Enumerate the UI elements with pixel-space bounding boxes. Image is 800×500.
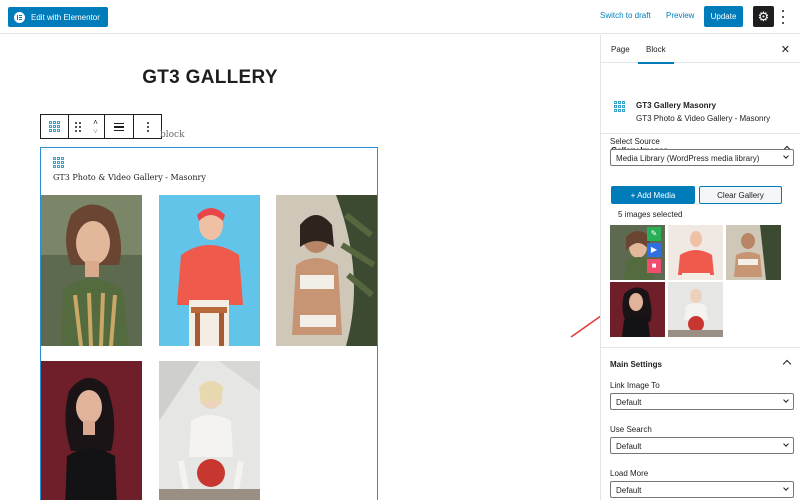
- preview-button[interactable]: Preview: [666, 11, 694, 20]
- more-menu-icon[interactable]: [778, 9, 788, 25]
- tab-block[interactable]: Block: [638, 45, 673, 64]
- move-up-down-icon[interactable]: ˄ ˅: [87, 115, 105, 138]
- switch-to-draft-button[interactable]: Switch to draft: [600, 11, 651, 20]
- main-settings-panel-toggle[interactable]: Main Settings: [600, 348, 800, 380]
- link-image-dropdown[interactable]: Default: [610, 393, 794, 410]
- select-source-label: Select Source: [610, 137, 660, 146]
- gallery-block[interactable]: GT3 Photo & Video Gallery - Masonry: [40, 147, 378, 500]
- load-more-value: Default: [616, 486, 642, 495]
- align-icon[interactable]: [105, 115, 134, 138]
- gallery-block-label: GT3 Photo & Video Gallery - Masonry: [53, 173, 206, 182]
- select-source-value: Media Library (WordPress media library): [616, 154, 760, 163]
- tab-page[interactable]: Page: [611, 45, 630, 54]
- drag-handle-icon[interactable]: [69, 115, 87, 138]
- gallery-grid-icon[interactable]: [41, 115, 69, 138]
- delete-icon[interactable]: ■: [647, 259, 661, 273]
- page-title[interactable]: GT3 GALLERY: [0, 67, 420, 89]
- chevron-down-icon: [783, 485, 789, 491]
- edit-with-elementor-button[interactable]: Edit with Elementor: [8, 7, 108, 27]
- clear-gallery-button[interactable]: Clear Gallery: [699, 186, 782, 204]
- main-settings-panel-title: Main Settings: [610, 360, 663, 369]
- block-title: GT3 Gallery Masonry: [636, 101, 717, 110]
- gallery-thumbnail[interactable]: [726, 225, 781, 280]
- use-search-label: Use Search: [610, 425, 652, 434]
- gallery-photo[interactable]: [41, 195, 142, 346]
- gallery-photo[interactable]: [159, 195, 260, 346]
- settings-gear-icon[interactable]: ⚙: [753, 6, 774, 27]
- gallery-block-icon: [614, 101, 625, 112]
- editor-canvas: GT3 GALLERY ˄ ˅ block GT3 Photo & Video G…: [0, 35, 600, 500]
- chevron-down-icon: [783, 397, 789, 403]
- gallery-block-icon: [53, 157, 64, 168]
- block-description: GT3 Photo & Video Gallery - Masonry: [636, 114, 771, 123]
- gallery-photo[interactable]: [41, 361, 142, 500]
- images-selected-count: 5 images selected: [618, 210, 683, 219]
- use-search-dropdown[interactable]: Default: [610, 437, 794, 454]
- block-toolbar: ˄ ˅: [40, 114, 162, 139]
- top-toolbar: Edit with Elementor Switch to draft Prev…: [0, 0, 800, 34]
- gallery-thumbnail[interactable]: [668, 225, 723, 280]
- paragraph-text: block: [160, 130, 185, 140]
- link-image-value: Default: [616, 398, 642, 407]
- annotation-arrow-icon: [570, 315, 600, 338]
- edit-icon[interactable]: ✎: [647, 227, 661, 241]
- select-source-dropdown[interactable]: Media Library (WordPress media library): [610, 149, 794, 166]
- chevron-down-icon: [783, 153, 789, 159]
- play-icon[interactable]: ▶: [647, 243, 661, 257]
- link-image-label: Link Image To: [610, 381, 660, 390]
- load-more-label: Load More: [610, 469, 649, 478]
- more-options-icon[interactable]: [134, 115, 161, 138]
- elementor-icon: [14, 11, 25, 23]
- thumbnail-actions: ✎ ▶ ■: [647, 227, 661, 273]
- gallery-thumbnail[interactable]: [610, 282, 665, 337]
- sidebar-tabs: Page Block ✕: [601, 35, 800, 64]
- add-media-button[interactable]: + Add Media: [611, 186, 695, 204]
- chevron-up-icon: [782, 359, 792, 369]
- chevron-down-icon: [783, 441, 789, 447]
- close-icon[interactable]: ✕: [781, 43, 790, 56]
- use-search-value: Default: [616, 442, 642, 451]
- update-button[interactable]: Update: [704, 6, 743, 27]
- gallery-photo[interactable]: [276, 195, 377, 346]
- gallery-photo[interactable]: [159, 361, 260, 500]
- block-card: GT3 Gallery Masonry GT3 Photo & Video Ga…: [601, 63, 800, 134]
- gallery-thumbnail[interactable]: [668, 282, 723, 337]
- edit-with-elementor-label: Edit with Elementor: [31, 12, 100, 22]
- load-more-dropdown[interactable]: Default: [610, 481, 794, 498]
